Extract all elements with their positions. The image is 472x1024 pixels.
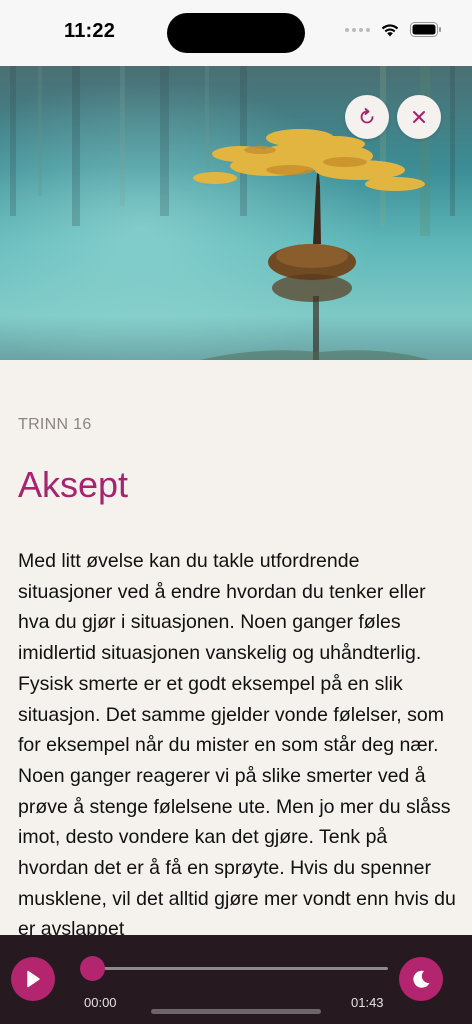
moon-icon [413, 970, 430, 988]
refresh-icon [360, 108, 374, 124]
hero-image [0, 66, 472, 360]
step-label: TRINN 16 [18, 416, 92, 433]
battery-icon [410, 22, 441, 37]
progress-thumb[interactable] [80, 956, 105, 981]
lesson-title: Aksept [18, 464, 129, 505]
play-button[interactable] [11, 957, 55, 1001]
close-button[interactable] [397, 95, 441, 139]
status-time: 11:22 [64, 20, 116, 42]
lesson-body: Med litt øvelse kan du takle utfordrende… [18, 550, 456, 938]
duration: 01:43 [351, 995, 384, 1010]
close-icon [413, 111, 425, 123]
status-icons [345, 22, 442, 37]
play-icon [27, 970, 40, 988]
cellular-signal-icon [345, 27, 370, 32]
home-indicator [151, 1009, 321, 1014]
refresh-button[interactable] [345, 95, 389, 139]
wifi-icon [381, 24, 399, 37]
status-bar: 11:22 [0, 0, 472, 66]
progress-track[interactable] [92, 967, 388, 970]
sleep-timer-button[interactable] [399, 957, 443, 1001]
dynamic-island [167, 13, 305, 53]
current-time: 00:00 [84, 995, 117, 1010]
